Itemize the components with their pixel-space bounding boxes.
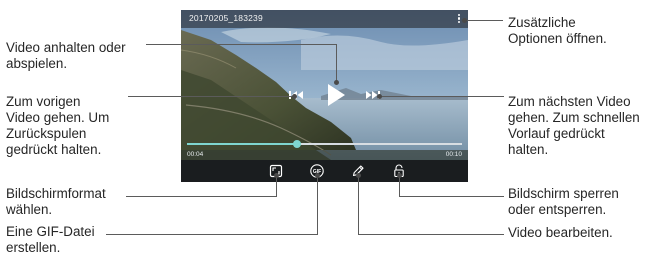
video-top-bar: 20170205_183239	[181, 10, 468, 28]
leader-line	[399, 196, 504, 197]
leader-line	[128, 96, 294, 97]
leader-line	[276, 176, 277, 197]
leader-dot	[377, 94, 382, 99]
leader-line	[336, 44, 337, 82]
callout-play-pause: Video anhalten oder abspielen.	[6, 40, 126, 71]
leader-line	[126, 196, 276, 197]
leader-line	[317, 176, 318, 235]
play-icon[interactable]	[326, 83, 346, 107]
total-time: 00:10	[445, 151, 462, 158]
leader-line	[106, 234, 317, 235]
callout-options: Zusätzliche Optionen öffnen.	[508, 15, 607, 46]
callout-lock: Bildschirm sperren oder entsperren.	[508, 186, 619, 217]
leader-line	[466, 20, 503, 21]
leader-line	[380, 96, 504, 97]
leader-dot	[315, 173, 320, 178]
leader-dot	[292, 94, 297, 99]
progress-handle[interactable]	[293, 140, 301, 148]
leader-dot	[356, 173, 361, 178]
leader-line	[146, 44, 336, 45]
progress-track[interactable]	[187, 140, 462, 148]
callout-edit: Video bearbeiten.	[508, 225, 613, 240]
leader-line	[358, 234, 504, 235]
leader-dot	[462, 18, 467, 23]
leader-line	[358, 176, 359, 235]
callout-next: Zum nächsten Video gehen. Zum schnellen …	[508, 94, 640, 157]
callout-screen-ratio: Bildschirmformat wählen.	[6, 186, 106, 217]
leader-dot	[274, 173, 279, 178]
callout-previous: Zum vorigen Video gehen. Um Zurückspulen…	[6, 94, 110, 157]
leader-dot	[334, 80, 339, 85]
video-title: 20170205_183239	[189, 13, 263, 23]
leader-line	[399, 176, 400, 197]
callout-gif: Eine GIF-Datei erstellen.	[6, 224, 95, 255]
current-time: 00:04	[187, 151, 204, 158]
leader-dot	[397, 173, 402, 178]
progress-fill	[187, 143, 297, 145]
